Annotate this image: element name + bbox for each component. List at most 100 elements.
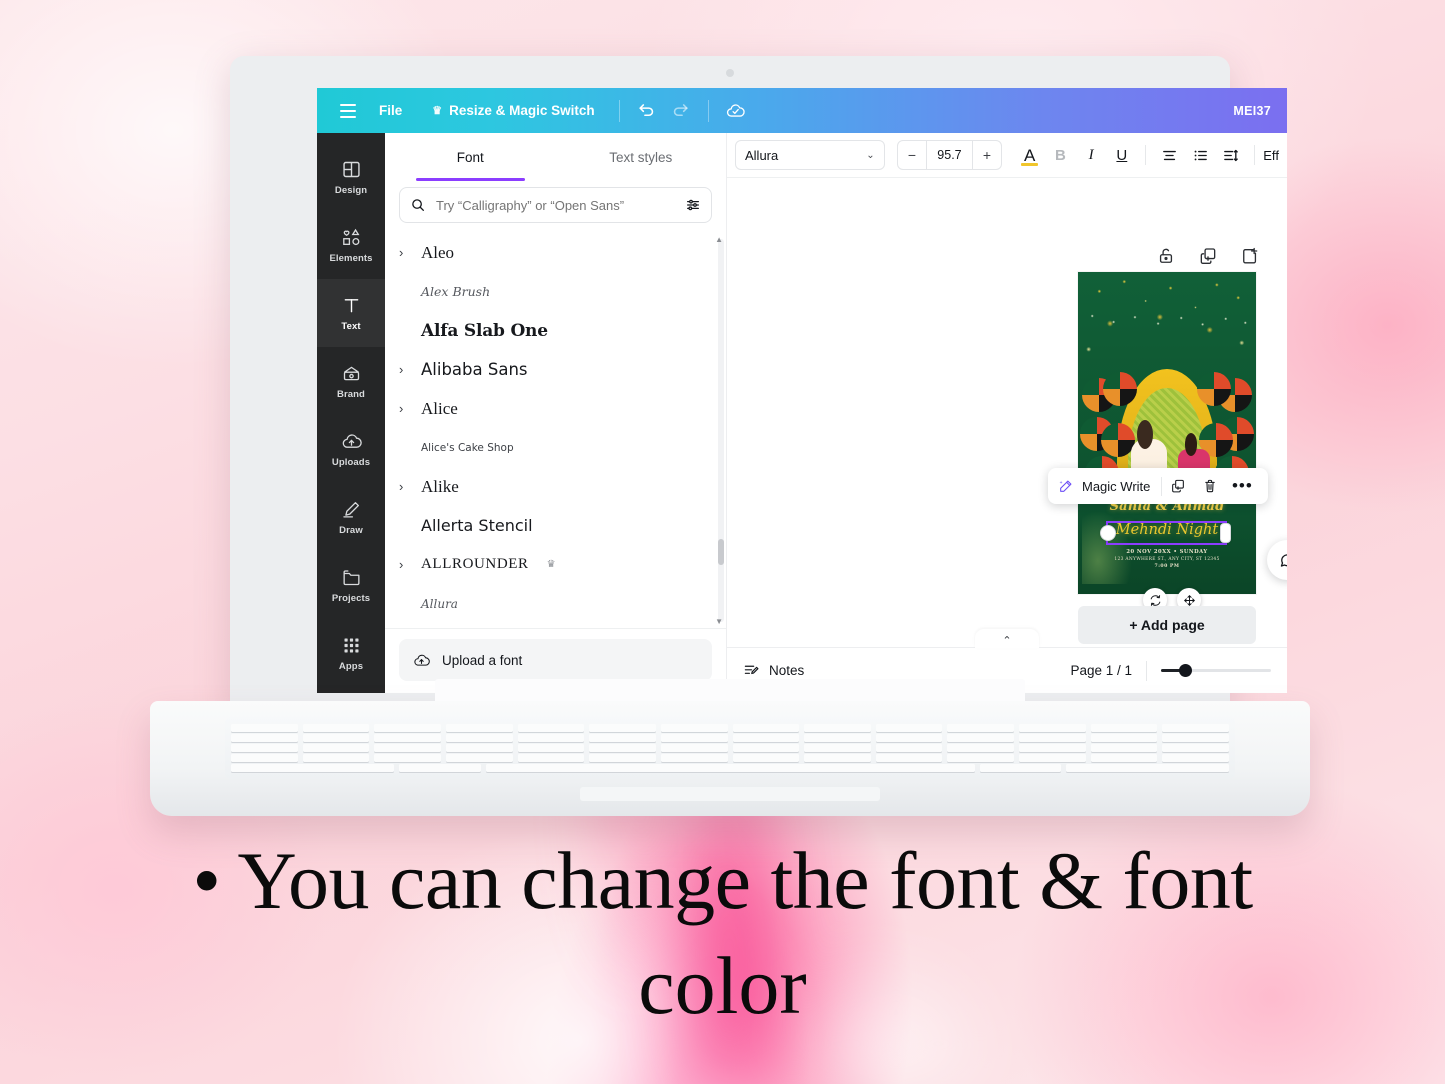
sidebar-item-brand[interactable]: Brand <box>317 347 385 415</box>
duplicate-page-icon[interactable] <box>1198 246 1218 266</box>
resize-magic-switch-button[interactable]: ♛ Resize & Magic Switch <box>418 103 608 118</box>
undo-icon[interactable] <box>630 94 664 128</box>
webcam <box>726 69 734 77</box>
tab-font[interactable]: Font <box>385 133 556 181</box>
chevron-right-icon[interactable]: › <box>399 558 409 571</box>
font-list-item[interactable]: › Alike <box>399 467 710 506</box>
font-size-stepper[interactable]: − 95.7 + <box>896 140 1003 170</box>
text-color-button[interactable]: A <box>1014 139 1045 171</box>
lock-icon[interactable] <box>1156 246 1176 266</box>
bold-button[interactable]: B <box>1045 139 1076 171</box>
search-input[interactable] <box>436 197 675 213</box>
font-list-item[interactable]: › Allura <box>399 584 710 623</box>
notes-button[interactable]: Notes <box>743 662 804 679</box>
font-list-item[interactable]: › Alice's Cake Shop <box>399 428 710 467</box>
delete-element-button[interactable] <box>1194 470 1226 502</box>
font-list[interactable]: › Aleo › Alex Brush › Alfa Slab One › <box>385 233 726 628</box>
font-list-item[interactable]: › Aleo <box>399 233 710 272</box>
collapse-panel-button[interactable]: ⌃ <box>975 629 1039 648</box>
sidebar-item-label: Brand <box>337 388 365 400</box>
font-name: Alike <box>421 476 459 496</box>
uploads-icon <box>342 433 362 448</box>
font-list-item[interactable]: › Alfa Slab One <box>399 311 710 350</box>
design-address-line[interactable]: 123 ANYWHERE ST., ANY CITY, ST 12345 <box>1078 557 1256 562</box>
font-name: Allerta Stencil <box>421 516 533 535</box>
font-size-increase-button[interactable]: + <box>973 141 1002 169</box>
comment-button[interactable] <box>1267 540 1287 580</box>
text-color-swatch <box>1021 162 1039 166</box>
sidebar-item-uploads[interactable]: Uploads <box>317 415 385 483</box>
design-time-line[interactable]: 7:00 PM <box>1078 564 1256 569</box>
zoom-knob[interactable] <box>1179 664 1192 677</box>
font-name: Alibaba Sans <box>421 360 528 379</box>
redo-icon[interactable] <box>664 94 698 128</box>
upload-font-button[interactable]: Upload a font <box>399 639 712 681</box>
add-page-button[interactable]: + Add page <box>1078 606 1256 644</box>
text-selection-box[interactable] <box>1101 521 1230 545</box>
resize-label: Resize & Magic Switch <box>449 103 595 118</box>
effects-button[interactable]: Eff <box>1263 148 1279 163</box>
user-badge[interactable]: MEI37 <box>1233 104 1273 118</box>
add-page-icon[interactable] <box>1240 246 1260 266</box>
upload-font-label: Upload a font <box>442 652 523 668</box>
search-box[interactable] <box>399 187 712 223</box>
chevron-right-icon[interactable]: › <box>399 246 409 259</box>
font-list-item[interactable]: › ALLROUNDER ♛ <box>399 545 710 584</box>
chevron-right-icon[interactable]: › <box>399 363 409 376</box>
bullet-list-button[interactable] <box>1185 139 1216 171</box>
cloud-saved-icon[interactable] <box>719 94 753 128</box>
magic-write-button[interactable]: Magic Write <box>1058 478 1161 494</box>
line-spacing-button[interactable] <box>1216 139 1247 171</box>
editor-area: Allura ⌄ − 95.7 + A B I U Eff Sania & Ah… <box>727 133 1287 693</box>
scroll-up-arrow[interactable]: ▲ <box>715 235 723 244</box>
brand-icon <box>343 366 359 380</box>
italic-button[interactable]: I <box>1076 139 1107 171</box>
selection-handle-left[interactable] <box>1101 526 1115 540</box>
sidebar-item-elements[interactable]: Elements <box>317 211 385 279</box>
canvas-area[interactable]: Sania & Ahmad Mehndi Night 20 NOV 20XX •… <box>727 178 1287 647</box>
magic-wand-icon <box>1059 480 1072 492</box>
sidebar-item-design[interactable]: Design <box>317 143 385 211</box>
font-list-item[interactable]: › Alibaba Sans <box>399 350 710 389</box>
design-canvas-page[interactable]: Sania & Ahmad Mehndi Night 20 NOV 20XX •… <box>1078 272 1256 594</box>
more-options-button[interactable]: ••• <box>1226 470 1258 502</box>
sidebar-item-draw[interactable]: Draw <box>317 483 385 551</box>
chevron-right-icon[interactable]: › <box>399 480 409 493</box>
sidebar-item-projects[interactable]: Projects <box>317 551 385 619</box>
font-list-scrollbar[interactable]: ▲ ▼ <box>715 235 724 626</box>
laptop-hinge <box>435 679 1025 701</box>
sidebar-item-apps[interactable]: Apps <box>317 619 385 687</box>
align-center-button[interactable] <box>1154 139 1185 171</box>
font-list-item[interactable]: › Allerta Stencil <box>399 506 710 545</box>
page-indicator[interactable]: Page 1 / 1 <box>1070 663 1132 678</box>
caption-line-1: • You can change the font & font <box>192 835 1253 926</box>
file-menu-button[interactable]: File <box>365 103 418 118</box>
text-color-a-glyph: A <box>1024 145 1036 165</box>
move-icon <box>1183 594 1195 606</box>
scrollbar-thumb[interactable] <box>718 539 724 565</box>
underline-button[interactable]: U <box>1106 139 1137 171</box>
filter-icon[interactable] <box>685 197 701 213</box>
sidebar-item-text[interactable]: Text <box>317 279 385 347</box>
caption-line-2: color <box>638 940 807 1031</box>
laptop-base <box>150 679 1310 816</box>
font-list-item[interactable]: › Alice <box>399 389 710 428</box>
selection-handle-right[interactable] <box>1221 524 1230 542</box>
app-topbar: File ♛ Resize & Magic Switch MEI37 <box>317 88 1287 133</box>
design-date-line[interactable]: 20 NOV 20XX • SUNDAY <box>1078 549 1256 555</box>
duplicate-element-button[interactable] <box>1162 470 1194 502</box>
font-size-decrease-button[interactable]: − <box>898 141 927 169</box>
left-sidebar: Design Elements Text Brand Uploads Draw … <box>317 133 385 693</box>
chevron-right-icon[interactable]: › <box>399 402 409 415</box>
font-list-item[interactable]: › Alex Brush <box>399 272 710 311</box>
font-name: Alfa Slab One <box>421 320 548 341</box>
font-family-select[interactable]: Allura ⌄ <box>735 140 885 170</box>
divider <box>1254 145 1256 165</box>
zoom-slider[interactable] <box>1161 664 1271 678</box>
divider <box>618 99 620 122</box>
design-meta-block: 20 NOV 20XX • SUNDAY 123 ANYWHERE ST., A… <box>1078 549 1256 569</box>
tab-text-styles[interactable]: Text styles <box>556 133 727 181</box>
scroll-down-arrow[interactable]: ▼ <box>715 617 723 626</box>
font-size-value[interactable]: 95.7 <box>926 141 973 169</box>
hamburger-icon[interactable] <box>331 94 365 128</box>
